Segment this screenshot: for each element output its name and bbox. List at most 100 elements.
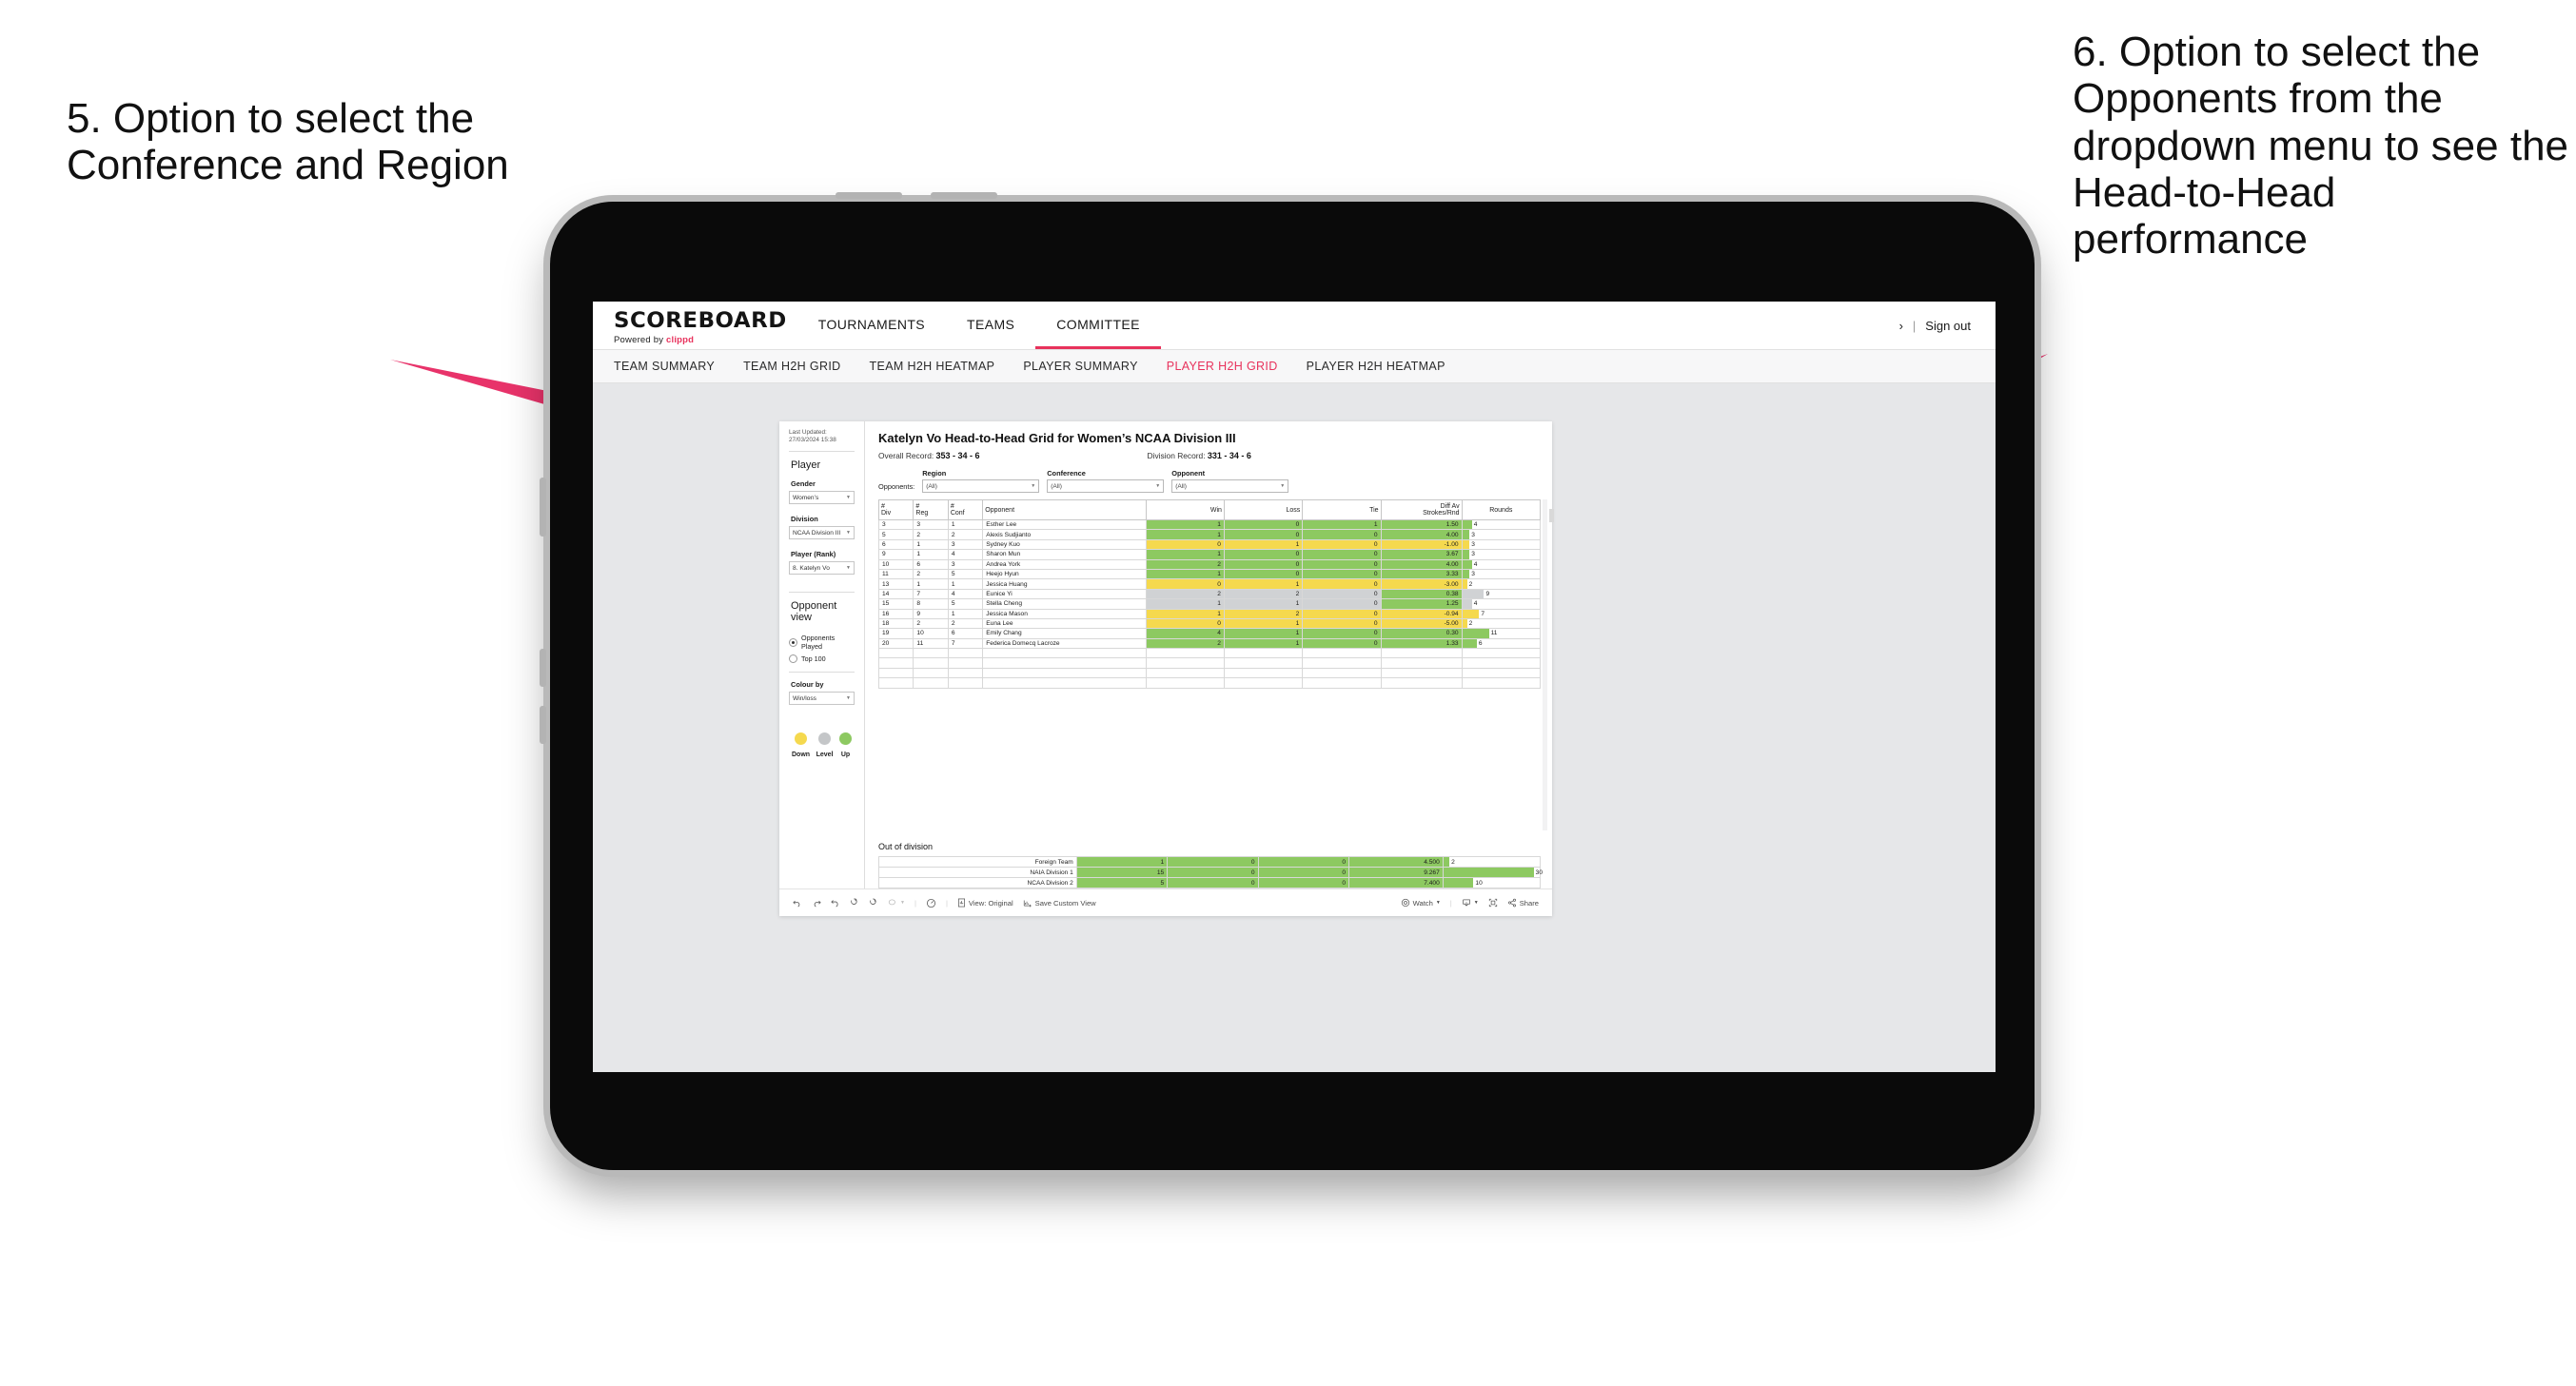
filter-conference: Conference (All) ▼ [1047, 469, 1165, 493]
rounds-bar [1462, 629, 1489, 638]
toolbar-divider: | [914, 898, 916, 908]
table-row[interactable]: 14 7 4 Eunice Yi 2 2 0 0.38 9 [877, 588, 1542, 600]
rounds-bar [1462, 638, 1477, 649]
col-header-reg-top: # [915, 503, 920, 510]
table-head: # Div # Reg # Conf Opponent Win Loss Tie Di… [877, 499, 1542, 520]
cell-loss: 0 [1223, 518, 1304, 531]
redo-icon[interactable] [812, 898, 821, 908]
cell-rounds: 3 [1461, 529, 1542, 540]
rounds-value: 3 [1471, 531, 1475, 538]
rounds-value: 3 [1471, 551, 1475, 558]
rounds-bar [1462, 599, 1472, 609]
filter-region: Region (All) ▼ [922, 469, 1040, 493]
table-row[interactable]: NCAA Division 2 5 0 0 7.400 10 [878, 877, 1542, 888]
cell-tie: 0 [1257, 856, 1349, 868]
cell-reg: 2 [913, 568, 949, 580]
refresh-icon[interactable] [850, 898, 859, 908]
radio-opponents-played[interactable]: Opponents Played [789, 634, 855, 651]
rounds-value: 7 [1481, 610, 1485, 617]
chevron-right-icon[interactable]: › [1899, 319, 1903, 333]
table-row[interactable]: 3 3 1 Esther Lee 1 0 1 1.50 4 [877, 518, 1542, 531]
annotation-left: 5. Option to select the Conference and R… [67, 95, 509, 189]
grid-scrollbar-track[interactable] [1543, 499, 1554, 830]
cell-rounds: 4 [1461, 558, 1542, 570]
device-preview-icon[interactable] [926, 898, 936, 908]
division-select[interactable]: NCAA Division III ▼ [789, 526, 855, 539]
division-value: NCAA Division III [793, 529, 841, 537]
region-select[interactable]: (All) ▼ [922, 479, 1040, 493]
share-button[interactable]: Share [1507, 898, 1539, 908]
cell-win: 5 [1075, 877, 1169, 888]
table-row[interactable]: 16 9 1 Jessica Mason 1 2 0 -0.94 7 [877, 608, 1542, 619]
subnav-item-player-h2h-heatmap[interactable]: PLAYER H2H HEATMAP [1307, 360, 1445, 373]
cell-win: 1 [1145, 518, 1225, 531]
cell-reg: 9 [913, 608, 949, 619]
table-row[interactable]: 20 11 7 Federica Domecq Lacroze 2 1 0 1.33 6 [877, 637, 1542, 650]
subnav-item-player-h2h-grid[interactable]: PLAYER H2H GRID [1167, 360, 1278, 373]
cell-win: 2 [1145, 637, 1225, 650]
cell-conf: 1 [947, 578, 984, 590]
nav-item-teams[interactable]: TEAMS [946, 302, 1035, 349]
table-row[interactable]: 13 1 1 Jessica Huang 0 1 0 -3.00 2 [877, 578, 1542, 590]
annotation-right: 6. Option to select the Opponents from t… [2073, 29, 2569, 264]
chevron-down-icon: ▼ [846, 695, 851, 701]
cell-loss: 1 [1223, 538, 1304, 551]
player-rank-select[interactable]: 8. Katelyn Vo ▼ [789, 561, 855, 575]
cell-tie: 0 [1302, 529, 1382, 540]
table-row-empty [877, 667, 1542, 679]
subnav-item-team-h2h-grid[interactable]: TEAM H2H GRID [743, 360, 840, 373]
view-original-button[interactable]: View: Original [957, 898, 1013, 908]
watch-button[interactable]: Watch ▼ [1401, 898, 1441, 908]
cell-diff: 1.25 [1380, 598, 1463, 610]
colour-by-select[interactable]: Win/loss ▼ [789, 692, 855, 705]
table-row-empty [877, 648, 1542, 659]
revert-icon[interactable] [831, 898, 840, 908]
conference-select[interactable]: (All) ▼ [1047, 479, 1165, 493]
table-header-row: # Div # Reg # Conf Opponent Win Loss Tie Di… [877, 499, 1542, 520]
gender-select[interactable]: Women’s ▼ [789, 491, 855, 504]
nav-item-tournaments[interactable]: TOURNAMENTS [797, 302, 946, 349]
legend-dot-level [818, 732, 832, 745]
out-of-division-body: Foreign Team 1 0 0 4.500 2 NAIA Division 1 15 0 0… [878, 856, 1543, 888]
cell-conf: 2 [947, 529, 984, 540]
subnav-item-team-h2h-heatmap[interactable]: TEAM H2H HEATMAP [870, 360, 995, 373]
cell-conf: 3 [947, 538, 984, 551]
opponent-select[interactable]: (All) ▼ [1171, 479, 1289, 493]
table-row[interactable]: 9 1 4 Sharon Mun 1 0 0 3.67 3 [877, 549, 1542, 560]
table-body: 3 3 1 Esther Lee 1 0 1 1.50 4 5 2 2 Alexis Sudjianto… [877, 518, 1542, 689]
download-button[interactable]: ▼ [1462, 898, 1479, 908]
subnav-item-team-summary[interactable]: TEAM SUMMARY [614, 360, 715, 373]
app-logo[interactable]: SCOREBOARD Powered by clippd [593, 302, 797, 349]
table-row[interactable]: 15 8 5 Stella Cheng 1 1 0 1.25 4 [877, 598, 1542, 610]
cell-opponent: Stella Cheng [982, 598, 1147, 610]
comment-icon[interactable]: ▼ [888, 898, 905, 908]
radio-top-100[interactable]: Top 100 [789, 654, 855, 663]
sign-out-link[interactable]: Sign out [1925, 319, 1971, 333]
table-row[interactable]: 6 1 3 Sydney Kuo 0 1 0 -1.00 3 [877, 538, 1542, 551]
overall-record-value: 353 - 34 - 6 [935, 451, 980, 460]
table-row[interactable]: 11 2 5 Heejo Hyun 1 0 0 3.33 3 [877, 568, 1542, 580]
cell-opponent: Sydney Kuo [982, 538, 1147, 551]
gender-value: Women’s [793, 494, 819, 501]
save-custom-view-button[interactable]: Save Custom View [1023, 898, 1096, 908]
table-row[interactable]: 10 6 3 Andrea York 2 0 0 4.00 4 [877, 558, 1542, 570]
cell-tie: 0 [1257, 877, 1349, 888]
opponent-view-heading: Opponent view [791, 600, 837, 623]
pause-icon[interactable] [869, 898, 878, 908]
table-row[interactable]: 18 2 2 Euna Lee 0 1 0 -5.00 2 [877, 617, 1542, 630]
table-row[interactable]: NAIA Division 1 15 0 0 9.267 30 [878, 867, 1543, 878]
cell-conf: 4 [947, 549, 984, 560]
undo-icon[interactable] [793, 898, 802, 908]
table-row[interactable]: Foreign Team 1 0 0 4.500 2 [878, 856, 1542, 868]
subnav-item-player-summary[interactable]: PLAYER SUMMARY [1023, 360, 1137, 373]
fullscreen-button[interactable] [1488, 898, 1498, 908]
chevron-down-icon: ▼ [1435, 900, 1441, 906]
table-row[interactable]: 19 10 6 Emily Chang 4 1 0 0.30 11 [877, 628, 1542, 639]
cell-conf: 5 [947, 568, 984, 580]
table-row[interactable]: 5 2 2 Alexis Sudjianto 1 0 0 4.00 3 [877, 529, 1542, 540]
device-button-top-a [836, 192, 902, 199]
cell-loss: 1 [1223, 598, 1304, 610]
nav-item-committee[interactable]: COMMITTEE [1035, 302, 1161, 349]
grid-scrollbar-thumb[interactable] [1549, 509, 1554, 522]
opponent-label: Opponent [1171, 469, 1206, 478]
